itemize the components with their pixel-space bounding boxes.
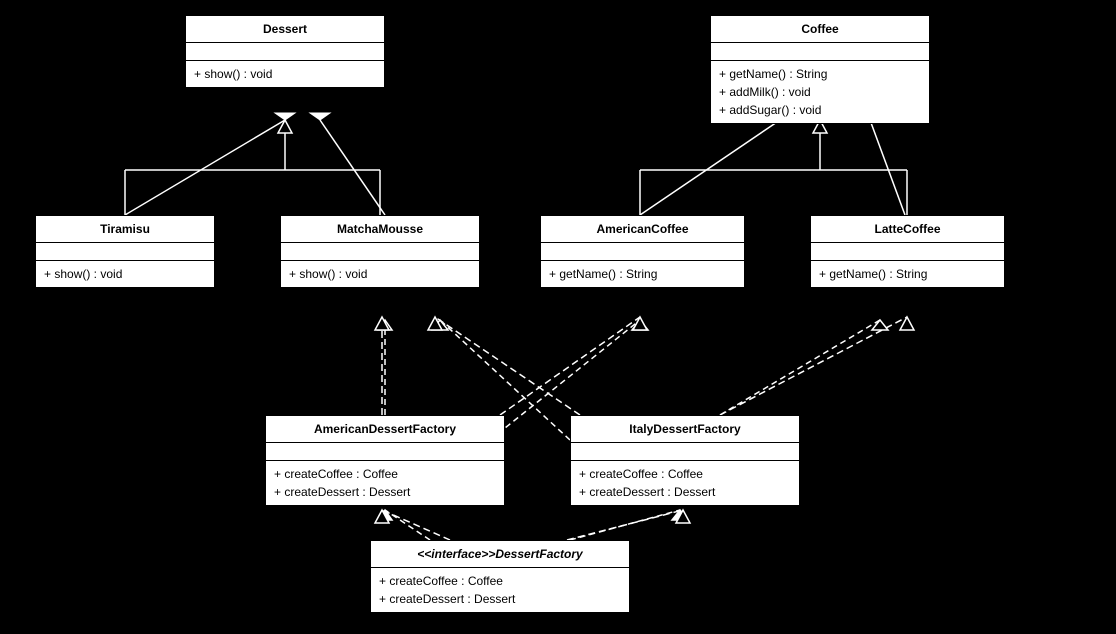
class-tiramisu-attrs — [36, 243, 214, 261]
class-americancoffee-name: AmericanCoffee — [541, 216, 744, 243]
uml-diagram: Dessert + show() : void Coffee + getName… — [0, 0, 1116, 634]
class-americancoffee-attrs — [541, 243, 744, 261]
class-matchamousse-methods: + show() : void — [281, 261, 479, 287]
class-italydessertfactory: ItalyDessertFactory + createCoffee : Cof… — [570, 415, 800, 506]
class-coffee-methods: + getName() : String + addMilk() : void … — [711, 61, 929, 123]
class-tiramisu-methods: + show() : void — [36, 261, 214, 287]
class-matchamousse: MatchaMousse + show() : void — [280, 215, 480, 288]
connections-svg-2 — [0, 0, 1116, 634]
class-americancoffee: AmericanCoffee + getName() : String — [540, 215, 745, 288]
class-matchamousse-attrs — [281, 243, 479, 261]
class-matchamousse-name: MatchaMousse — [281, 216, 479, 243]
class-dessertfactory-methods: + createCoffee : Coffee + createDessert … — [371, 568, 629, 612]
class-americancoffee-methods: + getName() : String — [541, 261, 744, 287]
class-coffee: Coffee + getName() : String + addMilk() … — [710, 15, 930, 124]
class-americandessertfactory-attrs — [266, 443, 504, 461]
class-lattecoffee-name: LatteCoffee — [811, 216, 1004, 243]
class-lattecoffee-methods: + getName() : String — [811, 261, 1004, 287]
class-coffee-name: Coffee — [711, 16, 929, 43]
class-coffee-attrs — [711, 43, 929, 61]
class-dessert-attrs — [186, 43, 384, 61]
class-italydessertfactory-attrs — [571, 443, 799, 461]
class-italydessertfactory-methods: + createCoffee : Coffee + createDessert … — [571, 461, 799, 505]
class-tiramisu: Tiramisu + show() : void — [35, 215, 215, 288]
class-dessert-name: Dessert — [186, 16, 384, 43]
class-dessertfactory-name: <<interface>>DessertFactory — [371, 541, 629, 568]
class-tiramisu-name: Tiramisu — [36, 216, 214, 243]
class-americandessertfactory-methods: + createCoffee : Coffee + createDessert … — [266, 461, 504, 505]
class-americandessertfactory: AmericanDessertFactory + createCoffee : … — [265, 415, 505, 506]
class-dessert: Dessert + show() : void — [185, 15, 385, 88]
class-italydessertfactory-name: ItalyDessertFactory — [571, 416, 799, 443]
connections-svg — [0, 0, 1116, 634]
class-dessert-methods: + show() : void — [186, 61, 384, 87]
class-dessertfactory: <<interface>>DessertFactory + createCoff… — [370, 540, 630, 613]
class-lattecoffee-attrs — [811, 243, 1004, 261]
class-americandessertfactory-name: AmericanDessertFactory — [266, 416, 504, 443]
class-lattecoffee: LatteCoffee + getName() : String — [810, 215, 1005, 288]
